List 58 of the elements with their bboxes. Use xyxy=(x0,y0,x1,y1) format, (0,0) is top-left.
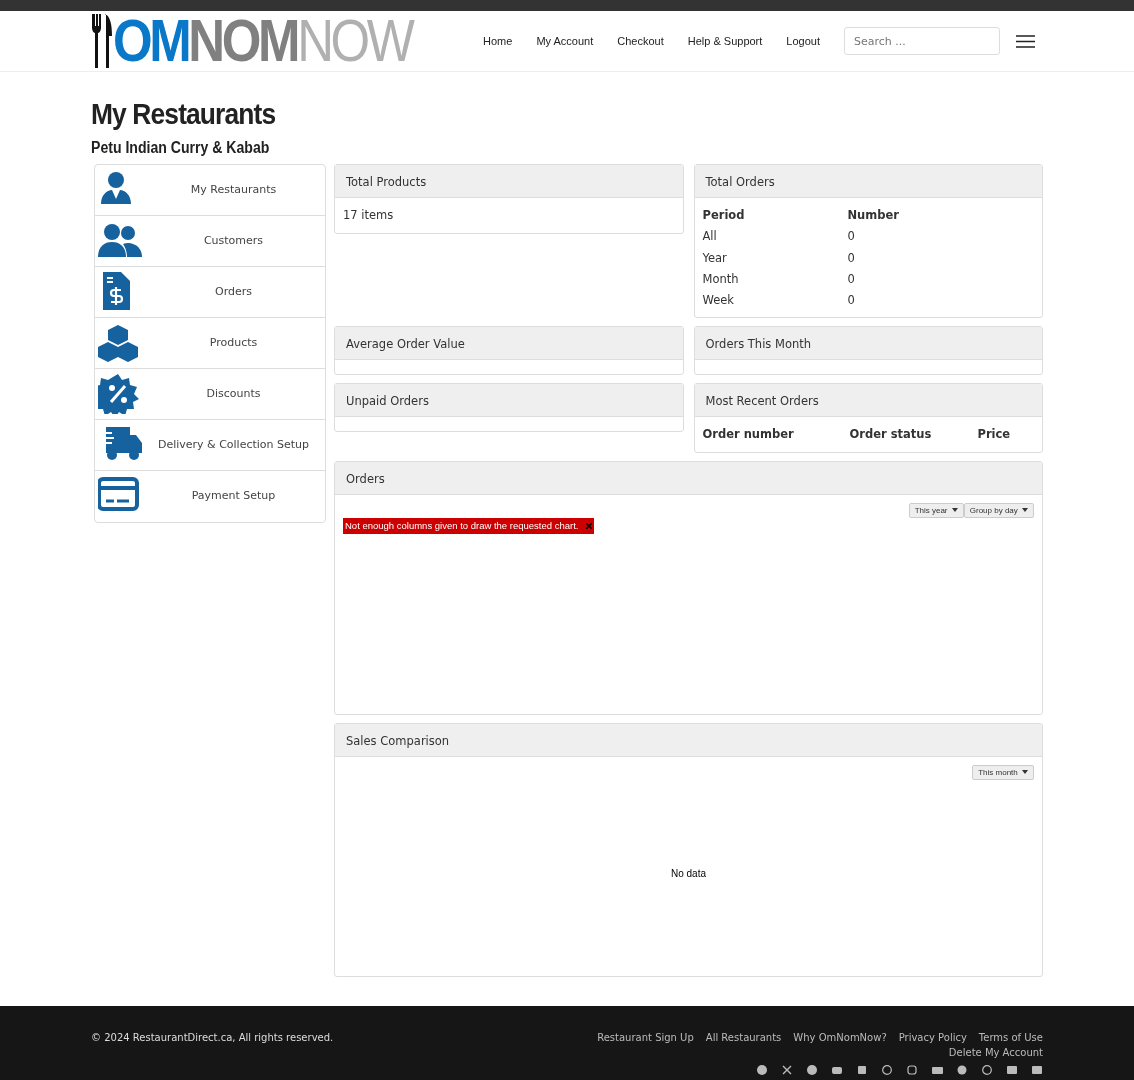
panel-title: Sales Comparison xyxy=(335,723,1042,757)
fork-knife-icon xyxy=(91,14,113,68)
sidebar-item[interactable]: Customers xyxy=(95,216,325,267)
restaurant-name: Petu Indian Curry & Kabab xyxy=(91,138,271,158)
footer-link[interactable]: Terms of Use xyxy=(978,1029,1043,1045)
table-cell-text: Week xyxy=(702,292,735,309)
nav-link[interactable]: Help & Support xyxy=(687,32,763,50)
table-cell-text: Year xyxy=(702,249,728,267)
table-cell-text: 0 xyxy=(847,292,856,309)
table-cell-text: 0 xyxy=(847,270,856,288)
panel-title: Total Orders xyxy=(694,165,1042,198)
table-cell-text: Month xyxy=(702,270,740,288)
column-header: Order status xyxy=(849,426,933,444)
panel-title: Total Products xyxy=(335,165,683,198)
close-icon[interactable] xyxy=(586,522,593,529)
copyright-text: © 2024 RestaurantDirect.ca, All rights reserved. xyxy=(91,1030,334,1045)
footer-link[interactable]: All Restaurants xyxy=(705,1029,782,1045)
panel-title: Orders This Month xyxy=(694,327,1042,361)
footer-link[interactable]: Privacy Policy xyxy=(898,1029,967,1045)
sidebar-item[interactable]: Orders xyxy=(95,267,325,318)
table-cell-text: 0 xyxy=(847,249,856,267)
sidebar-item[interactable]: My Restaurants xyxy=(95,165,325,216)
dropdown-button[interactable]: Group by day xyxy=(963,502,1034,518)
dropdown-button[interactable]: This year xyxy=(908,502,964,518)
product-count: 17 items xyxy=(343,208,394,222)
panel-title: Unpaid Orders xyxy=(335,384,683,418)
chart-error-message: Not enough columns given to draw the requested chart. xyxy=(343,517,595,534)
footer-link[interactable]: Restaurant Sign Up xyxy=(597,1029,694,1045)
footer-link[interactable]: Why OmNomNow? xyxy=(793,1029,887,1045)
percent-badge-icon xyxy=(98,374,142,414)
sidebar-item[interactable]: Payment Setup xyxy=(95,471,325,522)
footer-link[interactable]: Delete My Account xyxy=(948,1044,1043,1060)
table-cell-text: 0 xyxy=(847,228,856,246)
nav-link[interactable]: Home xyxy=(483,32,513,50)
nav-link[interactable]: My Account xyxy=(536,32,594,50)
sidebar-item[interactable]: Discounts xyxy=(95,369,325,420)
column-header: Order number xyxy=(702,426,795,444)
x-icon[interactable] xyxy=(782,1064,793,1075)
column-header: Price xyxy=(977,426,1012,444)
logo[interactable]: OMNOMNOW xyxy=(113,13,412,68)
table-cell-text: All xyxy=(702,228,718,246)
panel-title: Orders xyxy=(335,461,1042,495)
column-header: Period xyxy=(702,207,746,224)
nav-link[interactable]: Checkout xyxy=(617,32,664,50)
caret-icon xyxy=(1022,770,1028,775)
panel-title: Average Order Value xyxy=(335,327,683,361)
dropdown-button[interactable]: This month xyxy=(972,764,1034,780)
search-field[interactable]: Search ... xyxy=(844,27,1000,55)
caret-icon xyxy=(1022,508,1028,513)
column-header: Number xyxy=(847,207,900,224)
sidebar-item[interactable]: Products xyxy=(95,318,325,369)
sidebar-item[interactable]: Delivery & Collection Setup xyxy=(95,420,325,471)
no-data-message: No data xyxy=(671,867,706,881)
nav-link[interactable]: Logout xyxy=(786,32,820,50)
caret-icon xyxy=(951,508,958,513)
panel-title: Most Recent Orders xyxy=(694,384,1042,418)
page-title: My Restaurants xyxy=(91,96,277,132)
menu-icon[interactable] xyxy=(1016,34,1035,48)
